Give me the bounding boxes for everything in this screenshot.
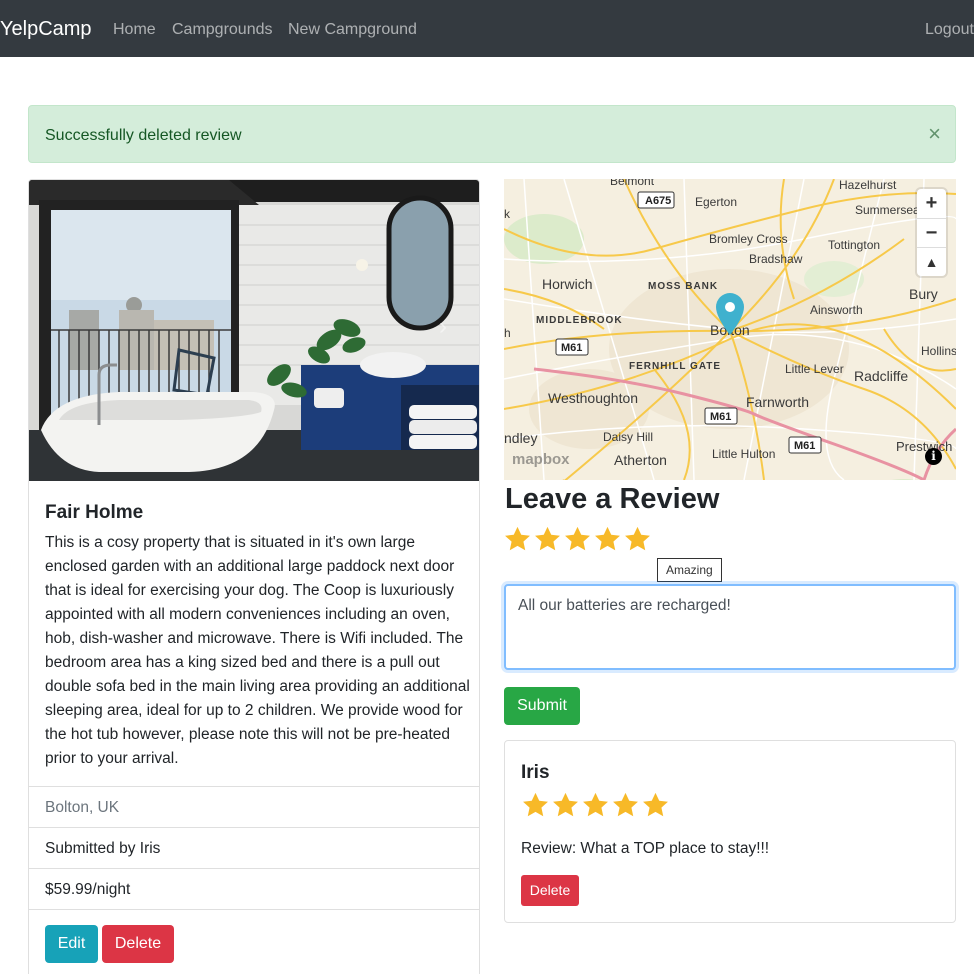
nav-new-campground-link[interactable]: New Campground [288, 20, 417, 40]
place-label: Bury [909, 286, 938, 302]
road-shield: A675 [645, 195, 671, 207]
delete-review-button[interactable]: Delete [521, 875, 579, 906]
review-author: Iris [521, 762, 550, 783]
star-icon [613, 792, 638, 817]
place-label: Egerton [695, 195, 737, 209]
place-label: Bradshaw [749, 252, 803, 266]
review-heading: Leave a Review [505, 483, 720, 515]
place-label: Daisy Hill [603, 430, 653, 444]
place-label: Ainsworth [810, 303, 863, 317]
edit-button[interactable]: Edit [45, 925, 98, 963]
star-icon [523, 792, 548, 817]
place-label: k [504, 207, 511, 221]
place-label: Radcliffe [854, 368, 908, 384]
place-label: Prestwich [896, 439, 952, 454]
star-icon [643, 792, 668, 817]
road-shield: M61 [794, 440, 815, 452]
road-shield: M61 [710, 411, 731, 423]
compass-button[interactable]: ▲ [917, 247, 946, 276]
star-icon[interactable] [563, 525, 592, 554]
zoom-in-button[interactable]: + [917, 189, 946, 218]
place-label: Hollins [921, 344, 956, 358]
place-label: Bromley Cross [709, 232, 788, 246]
place-label: Horwich [542, 276, 593, 292]
success-alert: Successfully deleted review × [28, 105, 956, 163]
zoom-out-button[interactable]: − [917, 218, 946, 247]
place-label: FERNHILL GATE [629, 361, 721, 372]
info-icon[interactable]: i [925, 448, 942, 465]
star-icon[interactable] [503, 525, 532, 554]
nav-campgrounds-link[interactable]: Campgrounds [172, 20, 273, 40]
location-item: Bolton, UK [29, 786, 479, 827]
delete-campground-button[interactable]: Delete [102, 925, 174, 963]
place-label: Farnworth [746, 394, 809, 410]
star-icon [553, 792, 578, 817]
star-icon [583, 792, 608, 817]
brand-link[interactable]: YelpCamp [0, 17, 92, 41]
star-icon[interactable] [533, 525, 562, 554]
place-label: Belmont [610, 179, 655, 188]
image-carousel: › [29, 180, 479, 481]
map-navigation-control: + − ▲ [917, 189, 946, 276]
map-canvas[interactable]: Belmont Hazelhurst Egerton Summerseat Br… [504, 179, 956, 480]
campground-photo [29, 180, 479, 481]
close-icon[interactable]: × [928, 123, 941, 145]
place-label: ndley [504, 430, 537, 446]
price-item: $59.99/night [29, 868, 479, 909]
place-label: MIDDLEBROOK [536, 315, 623, 326]
navbar: YelpCamp Home Campgrounds New Campground… [0, 0, 974, 57]
road-shield: M61 [561, 342, 582, 354]
submit-review-button[interactable]: Submit [504, 687, 580, 725]
star-icon[interactable] [623, 525, 652, 554]
place-label: MOSS BANK [648, 281, 718, 292]
mapbox-logo[interactable]: mapbox [512, 451, 570, 468]
map[interactable]: Belmont Hazelhurst Egerton Summerseat Br… [504, 179, 956, 480]
place-label: Little Lever [785, 362, 844, 376]
carousel-next-icon[interactable]: › [439, 315, 447, 339]
campground-author: Submitted by Iris [45, 840, 161, 857]
place-label: Tottington [828, 238, 880, 252]
place-label: Little Hulton [712, 447, 775, 461]
review-body: Review: What a TOP place to stay!!! [521, 840, 770, 857]
review-body-input[interactable]: All our batteries are recharged! [504, 584, 956, 670]
star-icon[interactable] [593, 525, 622, 554]
author-item: Submitted by Iris [29, 827, 479, 868]
alert-message: Successfully deleted review [45, 127, 242, 144]
review-card: Iris Review: What a TOP place to stay!!!… [504, 740, 956, 923]
rating-input[interactable] [503, 525, 653, 554]
campground-price: $59.99/night [45, 881, 131, 898]
nav-home-link[interactable]: Home [113, 20, 156, 40]
card-body: Fair Holme This is a cosy property that … [29, 481, 479, 786]
review-rating [521, 791, 671, 820]
nav-logout-link[interactable]: Logout [925, 20, 974, 40]
rating-tooltip: Amazing [657, 558, 722, 582]
place-label: h [504, 326, 511, 340]
campground-title: Fair Holme [45, 502, 144, 523]
place-label: Atherton [614, 452, 667, 468]
campground-card: › Fair Holme This is a cosy property tha… [28, 179, 480, 974]
campground-description: This is a cosy property that is situated… [45, 534, 470, 767]
place-label: Summerseat [855, 203, 924, 217]
place-label: Westhoughton [548, 390, 638, 406]
place-label: Hazelhurst [839, 179, 897, 192]
campground-location: Bolton, UK [45, 799, 120, 816]
